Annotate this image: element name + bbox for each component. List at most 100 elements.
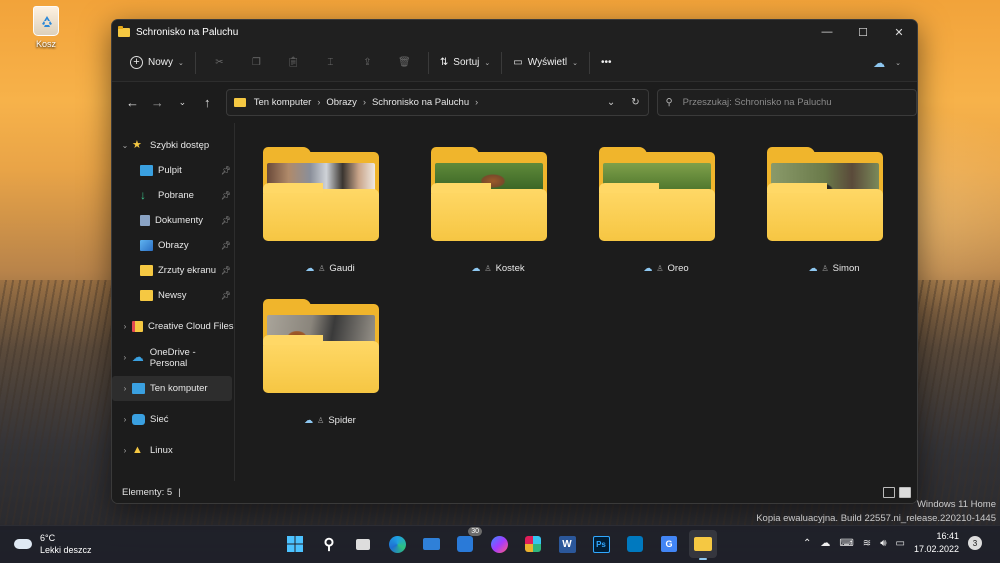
slack-button[interactable] (519, 530, 547, 558)
pin-icon[interactable]: 📌︎ (221, 266, 231, 275)
word-button[interactable]: W (553, 530, 581, 558)
recycle-bin-shortcut[interactable]: Kosz (24, 6, 68, 49)
keyboard-icon[interactable]: ⌨ (839, 538, 853, 549)
folder-label: ☁ ♙ Spider (260, 415, 400, 426)
messenger-button[interactable] (485, 530, 513, 558)
item-count: Elementy: 5 (122, 486, 173, 498)
sidebar-item-creative-cloud[interactable]: › Creative Cloud Files (112, 314, 234, 339)
sidebar-item-siec[interactable]: › Sieć (112, 407, 234, 432)
pin-icon[interactable]: 📌︎ (221, 191, 231, 200)
sidebar-item-newsy[interactable]: Newsy 📌︎ (112, 283, 234, 308)
view-button[interactable]: ▭ Wyświetl ⌄ (507, 49, 584, 77)
onedrive-tray-icon[interactable]: ☁ (820, 538, 830, 549)
sidebar-item-pobrane[interactable]: ↓ Pobrane 📌︎ (112, 183, 234, 208)
chevron-right-icon[interactable]: › (118, 446, 132, 455)
notification-count-badge[interactable]: 3 (968, 536, 982, 550)
close-button[interactable]: ✕ (881, 20, 917, 44)
sidebar-item-quick-access[interactable]: ⌄ ★ Szybki dostęp (112, 133, 234, 158)
teams-button[interactable]: 30 (451, 527, 482, 558)
sidebar-item-onedrive[interactable]: › ☁ OneDrive - Personal (112, 345, 234, 370)
clock[interactable]: 16:41 17.02.2022 (914, 530, 959, 556)
recent-locations-button[interactable]: ⌄ (170, 89, 195, 115)
battery-icon[interactable]: ▭ (896, 538, 905, 549)
refresh-icon[interactable]: ↻ (631, 97, 639, 108)
paste-button[interactable]: 📋︎ (275, 49, 312, 77)
chevron-down-icon[interactable]: ⌄ (118, 141, 132, 150)
watermark-edition: Windows 11 Home (916, 499, 996, 510)
delete-button[interactable]: 🗑︎ (386, 49, 423, 77)
chevron-right-icon[interactable]: › (118, 322, 132, 331)
translate-button[interactable]: G (655, 530, 683, 558)
wifi-icon[interactable]: ≋ (863, 538, 871, 549)
edge-button[interactable] (383, 530, 411, 558)
breadcrumb-ten-komputer[interactable]: Ten komputer (254, 97, 312, 108)
task-view-button[interactable] (349, 530, 377, 558)
maximize-button[interactable]: ☐ (845, 20, 881, 44)
more-options-button[interactable]: ••• (595, 49, 618, 77)
new-button[interactable]: + Nowy ⌄ (124, 49, 190, 77)
trello-button[interactable] (621, 530, 649, 558)
copy-button[interactable]: ❐ (238, 49, 275, 77)
sidebar-item-ten-komputer[interactable]: › Ten komputer (112, 376, 232, 401)
folder-label: ☁ ♙ Gaudi (260, 263, 400, 274)
search-button[interactable]: ⚲ (315, 530, 343, 558)
sidebar-item-obrazy[interactable]: Obrazy 📌︎ (112, 233, 234, 258)
share-button[interactable]: ⇪ (349, 49, 386, 77)
folder-item[interactable]: ☁ ♙ Spider (260, 299, 380, 429)
chevron-right-icon[interactable]: › (118, 384, 132, 393)
address-history-chevron-icon[interactable]: ⌄ (607, 97, 615, 108)
photoshop-button[interactable]: Ps (587, 530, 615, 558)
file-explorer-button[interactable] (689, 530, 717, 560)
teams-icon (457, 536, 473, 552)
folder-item[interactable]: ☁ ♙ Kostek (428, 147, 548, 277)
chevron-right-icon[interactable]: › (118, 415, 132, 424)
recycle-bin-icon (33, 6, 59, 36)
speaker-icon[interactable]: 🔊︎ (880, 538, 886, 549)
clock-date: 17.02.2022 (913, 544, 959, 554)
folder-item[interactable]: ☁ ♙ Simon (764, 147, 884, 277)
sidebar-item-dokumenty[interactable]: Dokumenty 📌︎ (112, 208, 234, 233)
pin-icon[interactable]: 📌︎ (221, 216, 231, 225)
chevron-down-icon: ⌄ (895, 59, 901, 67)
pin-icon[interactable]: 📌︎ (221, 241, 231, 250)
cut-button[interactable]: ✂ (201, 49, 238, 77)
trash-icon: 🗑︎ (398, 57, 411, 68)
folder-label: ☁ ♙ Kostek (428, 263, 568, 274)
back-button[interactable]: ← (120, 89, 145, 115)
minimize-button[interactable]: — (809, 20, 845, 44)
explorer-body: ⌄ ★ Szybki dostęp Pulpit 📌︎ ↓ Pobrane 📌︎… (112, 123, 917, 481)
chevron-up-icon[interactable]: ⌃ (803, 538, 811, 549)
breadcrumb-obrazy[interactable]: Obrazy (326, 97, 357, 108)
chevron-down-icon: ⌄ (178, 96, 187, 107)
address-bar[interactable]: Ten komputer › Obrazy › Schronisko na Pa… (225, 88, 649, 116)
title-bar: Schronisko na Paluchu — ☐ ✕ (112, 20, 917, 44)
computer-icon (132, 383, 145, 394)
folder-item[interactable]: ☁ ♙ Gaudi (260, 147, 380, 277)
pin-icon[interactable]: 📌︎ (221, 166, 231, 175)
sidebar-item-pulpit[interactable]: Pulpit 📌︎ (112, 158, 234, 183)
details-view-icon[interactable] (883, 486, 895, 498)
desktop-icon (140, 165, 153, 176)
mail-button[interactable] (417, 530, 445, 558)
forward-button[interactable]: → (145, 89, 170, 115)
teams-badge: 30 (468, 527, 482, 536)
up-button[interactable]: ↑ (195, 89, 220, 115)
search-box[interactable]: ⚲ Przeszukaj: Schronisko na Paluchu (656, 88, 917, 116)
sidebar-item-label: Sieć (150, 414, 169, 425)
pin-icon[interactable]: 📌︎ (221, 291, 231, 300)
rename-button[interactable]: ⌶ (312, 49, 349, 77)
onedrive-status-button[interactable]: ☁ ⌄ (873, 56, 901, 70)
chevron-right-icon[interactable]: › (118, 353, 132, 362)
search-input[interactable]: Przeszukaj: Schronisko na Paluchu (683, 97, 832, 108)
weather-widget[interactable]: 6°C Lekki deszcz (14, 532, 92, 556)
sidebar-item-zrzuty-ekranu[interactable]: Zrzuty ekranu 📌︎ (112, 258, 234, 283)
start-button[interactable] (281, 530, 309, 558)
arrow-up-icon: ↑ (204, 94, 211, 110)
sort-button[interactable]: ⇅ Sortuj ⌄ (434, 49, 496, 77)
breadcrumb-current[interactable]: Schronisko na Paluchu (372, 97, 469, 108)
windows-logo-icon (287, 536, 303, 552)
folder-item[interactable]: ☁ ♙ Oreo (596, 147, 716, 277)
cloud-status-icon: ☁ (471, 263, 481, 273)
large-icons-view-icon[interactable] (899, 486, 911, 498)
sidebar-item-linux[interactable]: › ▲ Linux (112, 438, 234, 463)
